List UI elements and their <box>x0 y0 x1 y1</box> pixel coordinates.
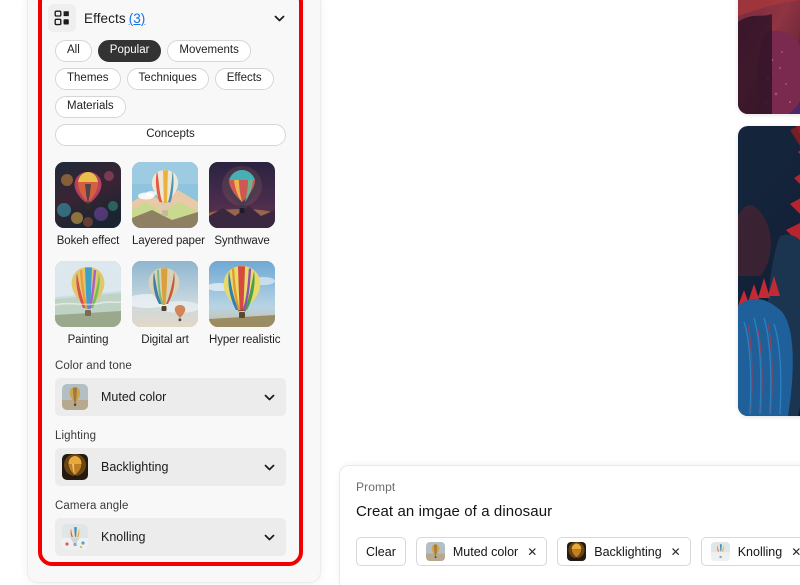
group-label: Color and tone <box>55 360 132 372</box>
effect-label: Digital art <box>141 334 189 346</box>
filter-pill-effects[interactable]: Effects <box>214 68 274 90</box>
group-label: Camera angle <box>55 500 129 512</box>
effect-card-digital-art[interactable]: Digital art <box>132 261 198 346</box>
effect-label: Hyper realistic <box>209 334 281 346</box>
select-color-and-tone[interactable]: Muted color <box>55 378 286 416</box>
chevron-down-icon[interactable] <box>260 388 278 406</box>
option-thumbnail-knolling <box>62 524 88 550</box>
filter-pill-row: All Popular Movements Themes Techniques … <box>44 36 297 146</box>
chip-muted-color[interactable]: Muted color ✕ <box>415 537 548 566</box>
effect-label: Synthwave <box>214 235 270 247</box>
chip-knolling[interactable]: Knolling ✕ <box>700 537 800 566</box>
effects-grid-row-2: Painting Digital art Hyper realistic <box>44 247 297 346</box>
close-icon[interactable]: ✕ <box>791 546 800 558</box>
effect-option-groups: Color and tone Muted color Lighting Back… <box>44 346 297 556</box>
select-camera-angle[interactable]: Knolling <box>55 518 286 556</box>
prompt-chip-row: Clear Muted color ✕ Backlighting ✕ Knoll… <box>356 537 800 566</box>
group-label: Lighting <box>55 430 97 442</box>
effect-thumbnail-painting <box>55 261 121 327</box>
effect-thumbnail-layered-paper <box>132 162 198 228</box>
chevron-down-icon[interactable] <box>260 528 278 546</box>
effects-grid-icon <box>48 4 76 32</box>
prompt-label: Prompt <box>356 480 396 494</box>
generated-image-preview-1[interactable] <box>738 0 800 114</box>
close-icon[interactable]: ✕ <box>527 546 537 558</box>
option-thumbnail-backlighting <box>62 454 88 480</box>
filter-pill-movements[interactable]: Movements <box>167 40 251 62</box>
chip-backlighting[interactable]: Backlighting ✕ <box>557 537 691 566</box>
effect-label: Painting <box>67 334 109 346</box>
chevron-down-icon[interactable] <box>267 6 291 30</box>
chevron-down-icon[interactable] <box>260 458 278 476</box>
effect-thumbnail-synthwave <box>209 162 275 228</box>
filter-pill-materials[interactable]: Materials <box>55 96 126 118</box>
chip-thumbnail-backlighting <box>567 542 587 561</box>
effect-card-bokeh-effect[interactable]: Bokeh effect <box>55 162 121 247</box>
clear-button-label: Clear <box>366 544 396 559</box>
effects-panel: Effects (3) All Popular Movements Themes… <box>44 0 297 565</box>
prompt-bar: Prompt Creat an imgae of a dinosaur Clea… <box>340 466 800 585</box>
filter-pill-all[interactable]: All <box>55 40 92 62</box>
chip-label: Muted color <box>452 544 519 559</box>
effect-thumbnail-hyper-realistic <box>209 261 275 327</box>
select-value: Knolling <box>101 530 146 544</box>
prompt-input[interactable]: Creat an imgae of a dinosaur <box>356 503 800 520</box>
group-camera-angle: Camera angle Knolling <box>55 500 286 556</box>
app-root: Effects (3) All Popular Movements Themes… <box>0 0 800 585</box>
chip-label: Backlighting <box>594 544 662 559</box>
effect-card-painting[interactable]: Painting <box>55 261 121 346</box>
chip-thumbnail-muted-color <box>425 542 445 561</box>
group-color-and-tone: Color and tone Muted color <box>55 360 286 416</box>
effect-card-synthwave[interactable]: Synthwave <box>209 162 275 247</box>
option-thumbnail-muted-color <box>62 384 88 410</box>
select-value: Muted color <box>101 390 167 404</box>
effect-thumbnail-digital-art <box>132 261 198 327</box>
effect-label: Bokeh effect <box>56 235 120 247</box>
group-lighting: Lighting Backlighting <box>55 430 286 486</box>
effects-panel-header: Effects (3) <box>44 0 297 36</box>
chip-thumbnail-knolling <box>710 542 730 561</box>
effect-card-hyper-realistic[interactable]: Hyper realistic <box>209 261 281 346</box>
chip-label: Knolling <box>737 544 783 559</box>
effect-card-layered-paper[interactable]: Layered paper <box>132 162 205 247</box>
effects-count-link[interactable]: (3) <box>129 11 146 26</box>
select-value: Backlighting <box>101 460 169 474</box>
clear-button[interactable]: Clear <box>356 537 406 566</box>
filter-pill-popular[interactable]: Popular <box>97 40 162 62</box>
generated-image-preview-2[interactable] <box>738 126 800 416</box>
filter-pill-concepts[interactable]: Concepts <box>55 124 286 146</box>
select-lighting[interactable]: Backlighting <box>55 448 286 486</box>
effects-grid-row-1: Bokeh effect Layered paper Synthwave <box>44 146 297 247</box>
filter-pill-techniques[interactable]: Techniques <box>126 68 209 90</box>
close-icon[interactable]: ✕ <box>671 546 681 558</box>
filter-pill-themes[interactable]: Themes <box>55 68 121 90</box>
effect-thumbnail-bokeh <box>55 162 121 228</box>
panel-title: Effects <box>84 10 126 26</box>
effect-label: Layered paper <box>132 235 205 247</box>
